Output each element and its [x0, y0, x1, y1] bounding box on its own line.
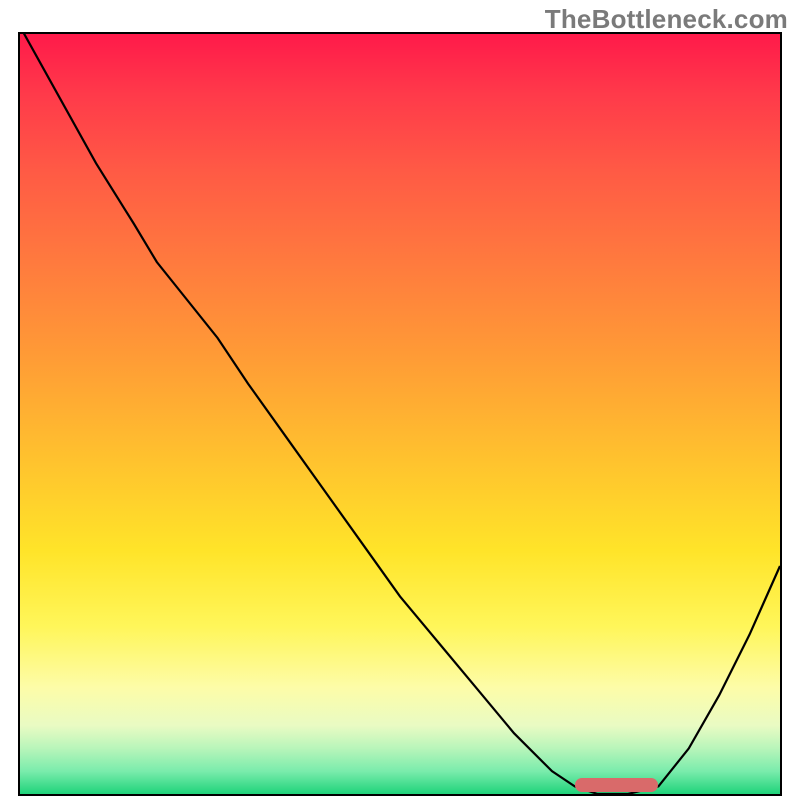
chart-frame	[18, 32, 782, 796]
optimal-range-marker	[575, 778, 659, 792]
bottleneck-curve	[20, 34, 780, 794]
chart-container: TheBottleneck.com	[0, 0, 800, 800]
watermark-label: TheBottleneck.com	[545, 4, 788, 35]
